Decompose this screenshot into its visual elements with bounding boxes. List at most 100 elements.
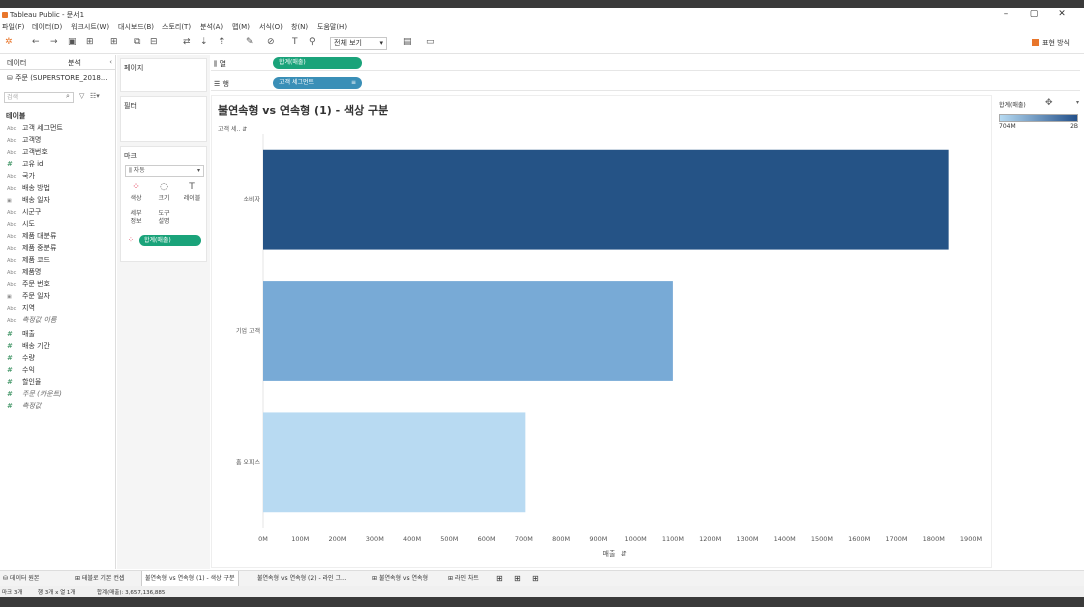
size-button[interactable]: ◌ 크기 [153,182,175,206]
color-button[interactable]: ⁘ 색상 [125,182,147,206]
group-icon[interactable]: ⊘ [267,37,275,47]
tab-sheet-basic[interactable]: ⊞ 테블로 기본 컨셉 [72,571,127,587]
label-button[interactable]: T 레이블 [181,182,203,206]
field-type-icon: Abc [7,222,17,228]
field-dimension[interactable]: Abc 측정값 이름 [7,315,56,327]
menu-help[interactable]: 도움말(H) [317,22,347,32]
rows-icon: ☰ [214,80,223,88]
field-measure[interactable]: # 할인율 [7,377,41,389]
field-dimension[interactable]: Abc 시군구 [7,207,41,219]
tab-data[interactable]: 데이터 [7,58,26,68]
maximize-button[interactable]: ▢ [1020,9,1048,19]
tab-sheet-line-group[interactable]: 불연속형 vs 연속형 (2) - 라인 그... [254,571,350,587]
menu-dashboard[interactable]: 대시보드(B) [118,22,154,32]
swap-icon[interactable]: ⇄ [183,37,191,47]
tab-sheet-line[interactable]: ⊞ 라인 차트 [445,571,482,587]
clear-sheet-icon[interactable]: ⊟ [150,37,158,47]
new-story-tab-icon[interactable]: ⊞ [529,571,542,587]
search-input[interactable]: 검색 [4,92,74,103]
field-dimension[interactable]: Abc 고객 세그먼트 [7,123,63,135]
field-type-icon: Abc [7,318,17,324]
detail-button[interactable]: 세부 정보 [125,210,147,234]
field-measure[interactable]: # 배송 기간 [7,341,50,353]
field-dimension[interactable]: ▣ 주문 일자 [7,291,50,303]
field-measure[interactable]: # 측정값 [7,401,41,413]
view-options-icon[interactable]: ☷▾ [90,92,100,100]
field-dimension[interactable]: Abc 고객명 [7,135,41,147]
tableau-home-icon[interactable]: ✲ [5,37,13,47]
chevron-down-icon: ▾ [196,167,200,174]
presentation-icon[interactable]: ▤ [403,37,412,47]
field-dimension[interactable]: Abc 배송 방법 [7,183,50,195]
field-measure[interactable]: # 수량 [7,353,35,365]
rows-label-text: 행 [222,80,229,88]
tab-data-source[interactable]: ⛁ 데이터 원본 [0,571,42,587]
field-dimension[interactable]: Abc 국가 [7,171,35,183]
tab-sheet-color[interactable]: 불연속형 vs 연속형 (1) - 색상 구분 [141,571,239,587]
menu-window[interactable]: 창(N) [291,22,308,32]
sort-icon[interactable]: ⇵ [621,550,627,558]
color-field-pill[interactable]: 합계(매출) [139,235,201,246]
menu-file[interactable]: 파일(F) [2,22,24,32]
columns-pill[interactable]: 합계(매출) [273,57,362,69]
close-button[interactable]: ✕ [1048,9,1076,19]
field-dimension[interactable]: Abc 고객번호 [7,147,48,159]
field-dimension[interactable]: ▣ 배송 일자 [7,195,50,207]
menu-data[interactable]: 데이터(D) [32,22,62,32]
highlight-icon[interactable]: ✎ [246,37,254,47]
field-dimension[interactable]: Abc 제품명 [7,267,41,279]
filter-icon[interactable]: ▽ [79,92,84,100]
menu-format[interactable]: 서식(O) [259,22,283,32]
field-measure[interactable]: # 매출 [7,329,35,341]
search-icon[interactable]: ⌕ [66,92,70,101]
rows-shelf[interactable]: ☰ 행 고객 세그먼트 ≡ [211,75,1080,91]
collapse-icon[interactable]: ‹ [109,58,112,66]
bar[interactable] [263,412,526,513]
x-tick-label: 400M [403,535,421,543]
bar[interactable] [263,281,673,381]
tab-sheet-compare[interactable]: ⊞ 불연속형 vs 연속형 [369,571,431,587]
field-dimension[interactable]: # 고유 id [7,159,44,171]
tab-analytics[interactable]: 분석 [68,58,81,68]
menu-worksheet[interactable]: 워크시트(W) [71,22,109,32]
columns-shelf[interactable]: ⫼ 열 합계(매출) [211,55,1080,71]
undo-icon[interactable]: ← [32,37,40,47]
show-me-button[interactable]: 표현 방식 [1032,38,1070,48]
minimize-button[interactable]: – [992,9,1020,19]
sort-asc-icon[interactable]: ⇣ [200,37,208,47]
field-dimension[interactable]: Abc 제품 코드 [7,255,50,267]
new-worksheet-tab-icon[interactable]: ⊞ [493,571,506,587]
device-preview-icon[interactable]: ▭ [426,37,435,47]
legend-menu-icon[interactable]: ▾ [1076,99,1079,106]
filters-card[interactable]: 필터 [120,96,207,142]
save-icon[interactable]: ▣ [68,37,77,47]
fix-axes-icon[interactable]: ⚲ [309,37,316,47]
new-worksheet-icon[interactable]: ⊞ [110,37,118,47]
duplicate-sheet-icon[interactable]: ⧉ [134,37,140,47]
field-dimension[interactable]: Abc 제품 중분류 [7,243,56,255]
mark-type-select[interactable]: ⫼ 자동 ▾ [125,165,204,177]
menu-analysis[interactable]: 분석(A) [200,22,223,32]
pages-card[interactable]: 페이지 [120,58,207,92]
redo-icon[interactable]: → [50,37,58,47]
move-icon[interactable]: ✥ [1045,98,1053,108]
field-dimension[interactable]: Abc 지역 [7,303,35,315]
rows-pill[interactable]: 고객 세그먼트 ≡ [273,77,362,89]
menu-map[interactable]: 맵(M) [232,22,250,32]
new-dashboard-tab-icon[interactable]: ⊞ [511,571,524,587]
field-dimension[interactable]: Abc 제품 대분류 [7,231,56,243]
tooltip-button[interactable]: 도구 설명 [153,210,175,234]
view-fit-select[interactable]: 전체 보기 ▾ [330,37,387,50]
field-dimension[interactable]: Abc 시도 [7,219,35,231]
field-measure[interactable]: # 주문 (카운트) [7,389,62,401]
new-datasource-icon[interactable]: ⊞ [86,37,94,47]
field-measure[interactable]: # 수익 [7,365,35,377]
label-icon[interactable]: T [292,37,298,47]
field-dimension[interactable]: Abc 주문 번호 [7,279,50,291]
menu-story[interactable]: 스토리(T) [162,22,191,32]
sort-desc-icon[interactable]: ⇡ [218,37,226,47]
data-source[interactable]: ⛁ 주문 (SUPERSTORE_2018... [7,73,108,83]
field-type-icon: ▣ [7,294,12,300]
bar[interactable] [263,149,949,250]
filters-card-title: 필터 [124,102,137,110]
